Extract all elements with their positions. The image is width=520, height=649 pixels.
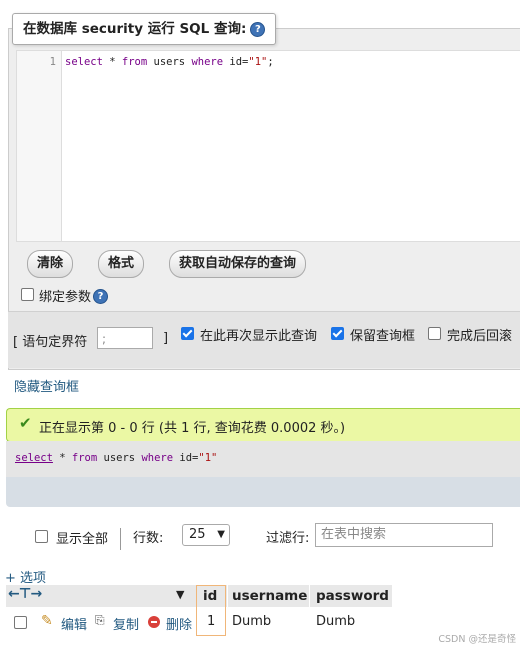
edit-row-link[interactable]: 编辑 [61, 614, 87, 633]
code-token: "1" [248, 56, 268, 68]
sql-code[interactable]: select * from users where id="1"; [65, 56, 274, 68]
code-token: * [102, 56, 122, 68]
legend-text: 在数据库 security 运行 SQL 查询: [23, 21, 247, 37]
query-panel-legend: 在数据库 security 运行 SQL 查询:? [12, 13, 277, 45]
column-divider [227, 585, 228, 607]
delete-icon-bar [151, 621, 157, 623]
chevron-down-icon: ▼ [217, 529, 225, 540]
line-number: 1 [49, 56, 56, 68]
cell-id[interactable]: 1 [207, 614, 215, 629]
pencil-icon[interactable]: ✎ [41, 613, 53, 629]
format-button[interactable]: 格式 [98, 250, 145, 278]
delimiter-input[interactable]: ; [97, 327, 153, 349]
cell-username[interactable]: Dumb [232, 614, 271, 629]
executed-sql: select * from users where id="1" [15, 452, 217, 464]
cell-password[interactable]: Dumb [316, 614, 355, 629]
column-header-username[interactable]: username [232, 588, 307, 604]
success-text: 正在显示第 0 - 0 行 (共 1 行, 查询花费 0.0002 秒。) [39, 421, 346, 436]
code-token: select [65, 56, 103, 68]
sql-token: * [52, 452, 72, 464]
code-token: where [191, 56, 224, 68]
rollback-label: 完成后回滚 [447, 329, 513, 344]
code-token: id= [223, 56, 249, 68]
sql-token: id= [173, 452, 199, 464]
bind-params-checkbox[interactable] [21, 288, 34, 301]
success-message: ✔ 正在显示第 0 - 0 行 (共 1 行, 查询花费 0.0002 秒。) [6, 408, 520, 442]
delimiter-bracket: ] [163, 331, 169, 346]
divider [120, 528, 121, 550]
copy-row-link[interactable]: 复制 [113, 614, 139, 633]
rollback-checkbox[interactable] [428, 327, 441, 340]
keep-query-box-label: 保留查询框 [350, 329, 416, 344]
rows-per-page-value: 25 [189, 527, 206, 542]
help-icon[interactable]: ? [93, 289, 108, 304]
row-select-checkbox[interactable] [14, 616, 27, 629]
sql-token: "1" [198, 452, 218, 464]
column-header-password[interactable]: password [316, 588, 389, 604]
sql-token-link[interactable]: select [15, 452, 53, 464]
filter-rows-input[interactable]: 在表中搜索 [315, 523, 493, 547]
column-header-id[interactable]: id [203, 588, 217, 604]
sql-token: users [97, 452, 142, 464]
code-token: from [121, 56, 148, 68]
rows-per-page-select[interactable]: 25 ▼ [182, 524, 230, 546]
delete-icon[interactable] [148, 616, 160, 628]
show-query-again-label: 在此再次显示此查询 [200, 329, 318, 344]
sql-token: from [71, 452, 98, 464]
show-all-checkbox[interactable] [35, 530, 48, 543]
hide-query-box-link[interactable]: 隐藏查询框 [14, 376, 79, 395]
sql-box-footer [6, 477, 520, 507]
keep-query-box-checkbox[interactable] [331, 327, 344, 340]
bind-params-label: 绑定参数 [39, 290, 92, 305]
options-link[interactable]: + 选项 [5, 567, 46, 586]
show-query-again-checkbox[interactable] [181, 327, 194, 340]
copy-icon[interactable]: ⎘ [95, 613, 105, 628]
delimiter-label: [ 语句定界符 [13, 335, 88, 350]
executed-sql-box: select * from users where id="1" [6, 441, 520, 477]
rows-label: 行数: [133, 531, 164, 546]
code-token: users [147, 56, 192, 68]
help-icon[interactable]: ? [250, 21, 266, 37]
checkmark-icon: ✔ [19, 414, 32, 432]
get-autosaved-query-button[interactable]: 获取自动保存的查询 [169, 250, 307, 278]
column-arrows-icon[interactable]: ←⊤→ [8, 586, 42, 602]
show-all-label: 显示全部 [56, 532, 109, 547]
sql-token: where [141, 452, 174, 464]
clear-button[interactable]: 清除 [27, 250, 74, 278]
watermark: CSDN @还是奇怪 [438, 634, 516, 645]
sort-dropdown-icon[interactable]: ▼ [176, 588, 184, 601]
sql-editor[interactable]: 1 select * from users where id="1"; [16, 50, 520, 242]
line-gutter: 1 [17, 51, 62, 241]
delete-row-link[interactable]: 删除 [166, 614, 192, 633]
filter-label: 过滤行: [266, 531, 310, 546]
code-token: ; [267, 56, 274, 68]
column-divider [309, 585, 310, 607]
